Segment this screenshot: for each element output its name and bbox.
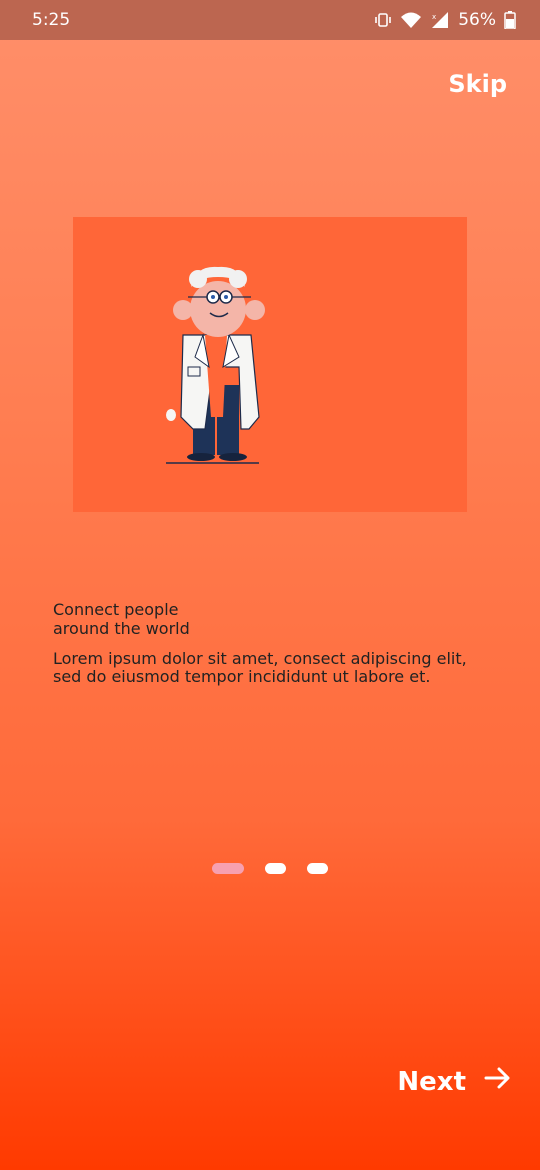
arrow-right-icon — [484, 1066, 512, 1097]
onboarding-title: Connect people around the world — [53, 600, 190, 638]
status-time: 5:25 — [32, 10, 71, 30]
onboarding-copy: Connect people around the world Lorem ip… — [53, 600, 493, 686]
status-bar: 5:25 x 56% — [0, 0, 540, 40]
signal-icon: x — [430, 11, 450, 29]
page-indicator — [212, 863, 328, 874]
vibrate-icon — [374, 11, 392, 29]
battery-percent: 56% — [458, 10, 496, 30]
status-icons: x 56% — [374, 10, 516, 30]
wifi-icon — [400, 11, 422, 29]
onboarding-illustration — [73, 217, 467, 512]
scientist-illustration — [166, 266, 265, 464]
page-dot-1[interactable] — [212, 863, 244, 874]
page-dot-3[interactable] — [307, 863, 328, 874]
svg-text:x: x — [432, 13, 436, 21]
next-button[interactable]: Next — [397, 1066, 512, 1097]
onboarding-description: Lorem ipsum dolor sit amet, consect adip… — [53, 649, 467, 686]
next-label: Next — [397, 1066, 466, 1097]
battery-icon — [504, 11, 516, 29]
page-dot-2[interactable] — [265, 863, 286, 874]
skip-button[interactable]: Skip — [448, 70, 507, 98]
